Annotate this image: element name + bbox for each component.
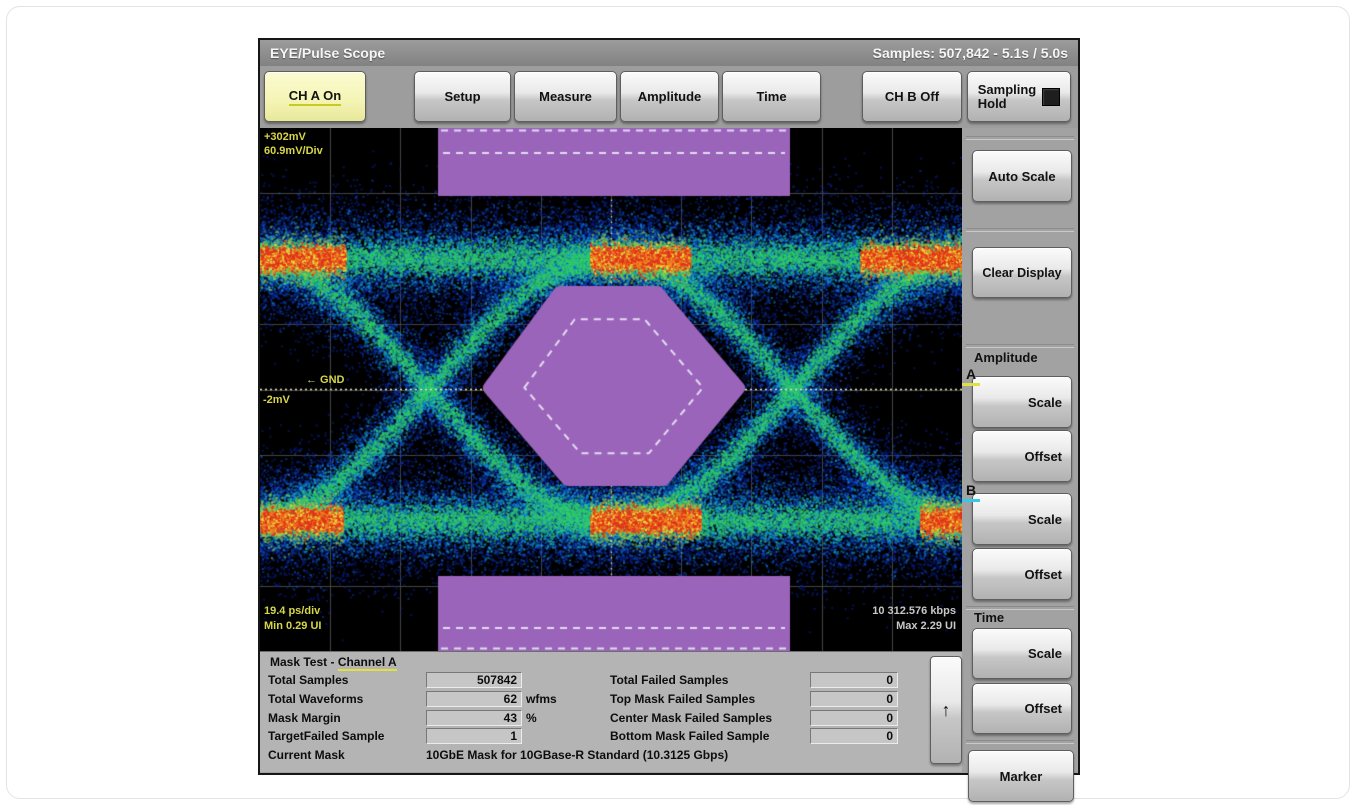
vertical-scale-readout: 60.9mV/Div [264,145,323,157]
gnd-marker-label: ← GND [306,374,345,386]
bit-rate-readout: 10 312.576 kbps [872,605,956,617]
value-box: 1 [426,728,522,744]
sampling-hold-indicator [1042,87,1061,106]
panel-divider [966,228,1074,232]
time-scale-readout: 19.4 ps/div [264,605,321,617]
mask-test-channel: Channel A [337,655,397,671]
samples-readout: Samples: 507,842 - 5.1s / 5.0s [872,45,1068,61]
marker-button[interactable]: Marker [968,750,1074,802]
screenshot-root: EYE/Pulse Scope Samples: 507,842 - 5.1s … [0,0,1356,805]
current-mask-value: 10GbE Mask for 10GBase-R Standard (10.31… [426,748,729,762]
up-arrow-icon: ↑ [941,699,951,720]
vertical-scale-readout-top: +302mV [264,131,306,143]
time-section-label: Time [974,610,1005,625]
table-row: Center Mask Failed Samples 0 [610,710,898,726]
eye-diagram-display[interactable]: +302mV 60.9mV/Div ← GND -2mV 19.4 ps/div… [260,128,962,651]
marker-label: Marker [999,768,1043,784]
table-row: Bottom Mask Failed Sample 0 [610,728,898,744]
value-box: 507842 [426,672,522,688]
eye-canvas [260,128,962,651]
table-row: Top Mask Failed Samples 0 [610,691,898,707]
amplitude-button[interactable]: Amplitude [620,71,719,122]
time-button[interactable]: Time [722,71,821,122]
amplitude-a-offset-button[interactable]: Offset [972,430,1072,482]
time-scale-button[interactable]: Scale [972,628,1072,679]
channel-a-color-bar [962,383,980,386]
table-row: Mask Margin 43 % [268,710,537,726]
ch-a-on-label: CH A On [288,88,342,106]
table-row: Total Waveforms 62 wfms [268,691,557,707]
panel-divider [966,344,1074,348]
measure-button[interactable]: Measure [514,71,617,122]
offset-readout: -2mV [263,394,290,406]
time-offset-label: Offset [1024,701,1062,716]
table-row: Total Failed Samples 0 [610,672,898,688]
current-mask-row: Current Mask 10GbE Mask for 10GBase-R St… [268,748,729,762]
ch-b-off-button[interactable]: CH B Off [862,71,962,122]
setup-label: Setup [444,89,481,104]
value-box: 62 [426,691,522,707]
table-row: TargetFailed Sample 1 [268,728,526,744]
ch-b-off-label: CH B Off [884,89,940,104]
b-scale-label: Scale [1028,511,1062,527]
time-label: Time [756,89,787,104]
a-scale-label: Scale [1028,394,1062,410]
table-row: Total Samples 507842 [268,672,526,688]
amplitude-section-label: Amplitude [974,350,1038,365]
setup-button[interactable]: Setup [414,71,511,122]
control-panel: Auto Scale Clear Display Amplitude Scale… [962,128,1078,802]
amplitude-b-offset-button[interactable]: Offset [972,548,1072,600]
auto-scale-label: Auto Scale [988,168,1056,184]
channel-b-color-bar [962,499,980,502]
amplitude-a-scale-button[interactable]: Scale [972,376,1072,428]
b-offset-label: Offset [1024,566,1062,582]
clear-display-button[interactable]: Clear Display [972,247,1072,298]
panel-divider [966,740,1074,744]
clear-display-label: Clear Display [982,265,1062,280]
value-box: 0 [810,691,898,707]
amplitude-label: Amplitude [637,89,702,104]
channel-a-label: A [962,366,980,386]
auto-scale-button[interactable]: Auto Scale [972,150,1072,202]
time-offset-button[interactable]: Offset [972,683,1072,734]
value-box: 0 [810,672,898,688]
title-bar: EYE/Pulse Scope Samples: 507,842 - 5.1s … [260,40,1078,66]
amplitude-b-scale-button[interactable]: Scale [972,493,1072,545]
value-box: 43 [426,710,522,726]
sampling-hold-button[interactable]: Sampling Hold [967,71,1071,122]
channel-b-label: B [962,482,980,502]
scroll-up-button[interactable]: ↑ [930,656,962,764]
mask-test-header: Mask Test - Channel A [270,655,397,671]
ch-a-on-button[interactable]: CH A On [264,71,366,122]
value-box: 0 [810,710,898,726]
toolbar: CH A On Setup Measure Amplitude Time CH … [260,66,1078,128]
a-offset-label: Offset [1024,448,1062,464]
max-ui-readout: Max 2.29 UI [896,620,956,632]
time-scale-label: Scale [1028,646,1062,661]
mask-test-panel: Mask Test - Channel A Total Samples 5078… [260,651,962,772]
scope-window: EYE/Pulse Scope Samples: 507,842 - 5.1s … [258,38,1080,802]
min-ui-readout: Min 0.29 UI [264,620,322,632]
value-box: 0 [810,728,898,744]
window-title: EYE/Pulse Scope [270,45,386,61]
panel-divider [966,136,1074,140]
measure-label: Measure [539,89,592,104]
sampling-hold-label: Sampling Hold [977,81,1037,111]
